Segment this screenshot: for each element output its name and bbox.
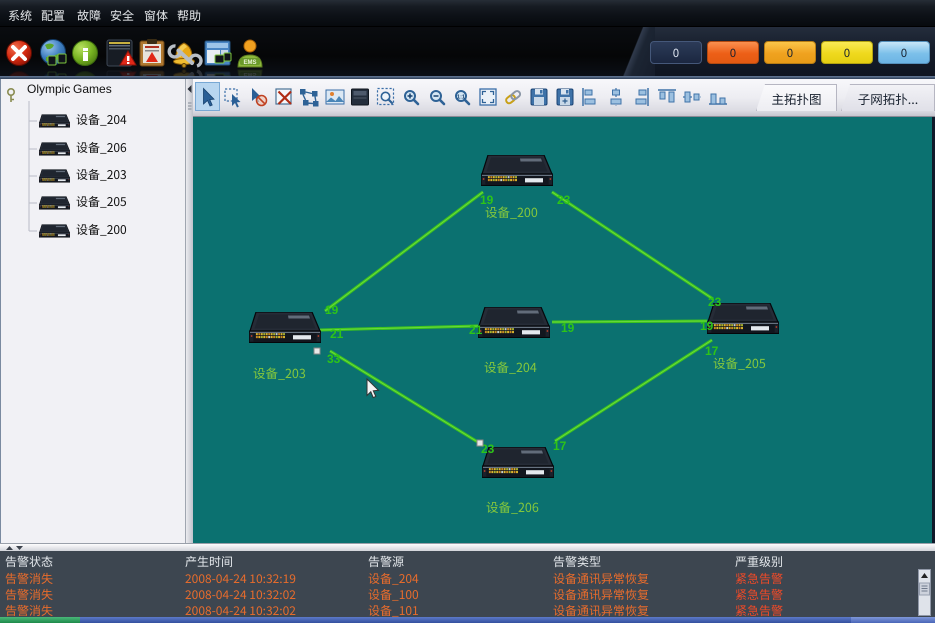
svg-text:23: 23 [708,295,722,309]
svg-text:17: 17 [553,439,567,453]
svg-text:设备_200: 设备_200 [485,202,538,221]
svg-text:33: 33 [327,352,341,366]
svg-text:19: 19 [561,321,575,335]
svg-text:19: 19 [325,303,339,317]
svg-text:19: 19 [700,319,714,333]
svg-text:EMS: EMS [243,60,256,66]
svg-text:设备_204: 设备_204 [484,357,537,376]
svg-text:设备_206: 设备_206 [486,497,539,516]
svg-text:21: 21 [330,327,344,341]
svg-text:23: 23 [557,193,571,207]
svg-text:21: 21 [469,323,483,337]
svg-text:设备_203: 设备_203 [253,363,306,382]
svg-text:1:1: 1:1 [457,95,465,101]
svg-text:设备_205: 设备_205 [713,353,766,372]
